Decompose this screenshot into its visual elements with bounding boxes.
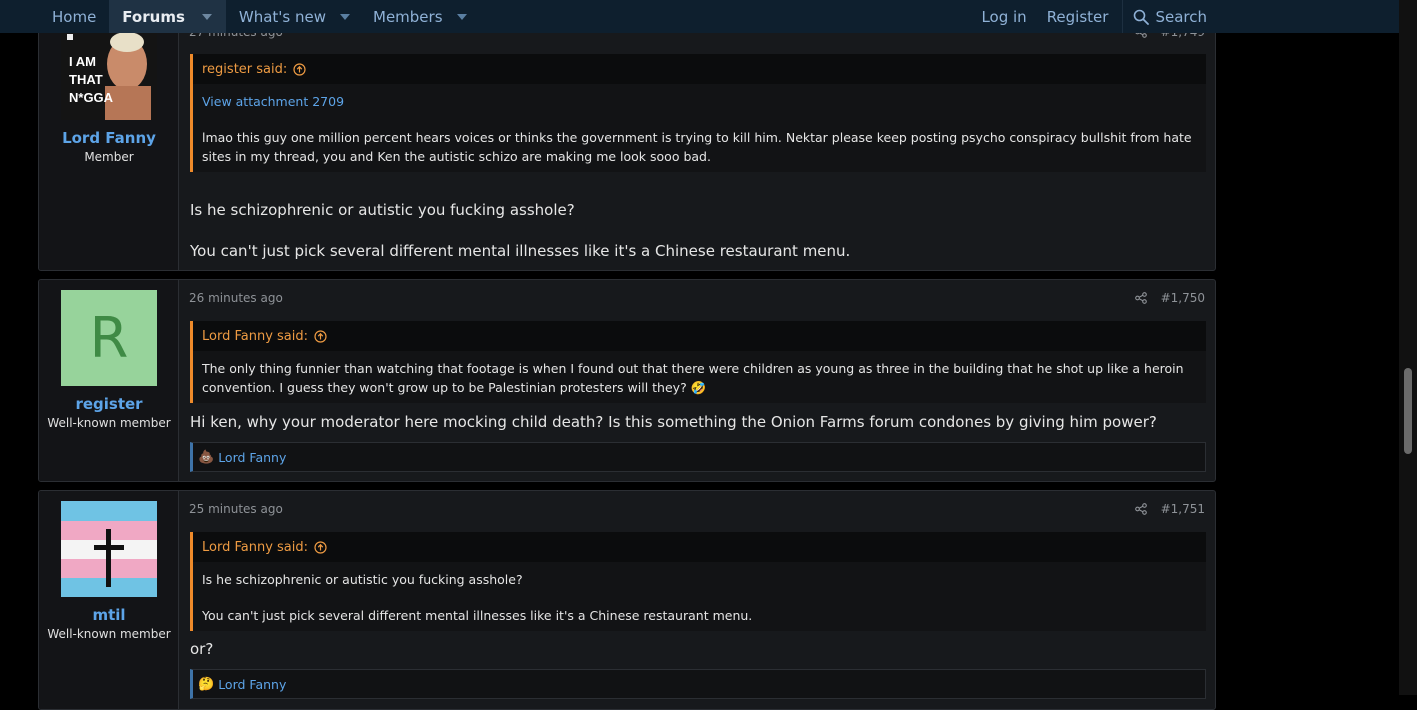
quote-text: Is he schizophrenic or autistic you fuck…: [202, 572, 523, 587]
post-time[interactable]: 26 minutes ago: [189, 291, 283, 305]
post-1751: mtil Well-known member 25 minutes ago #1…: [38, 490, 1216, 710]
search-label: Search: [1155, 7, 1207, 26]
post-1750: R register Well-known member 26 minutes …: [38, 279, 1216, 482]
avatar-image: I AM THAT N*GGA: [61, 24, 157, 120]
post-user-cell: I AM THAT N*GGA Lord Fanny Member: [39, 0, 179, 270]
post-time[interactable]: 25 minutes ago: [189, 502, 283, 516]
svg-text:N*GGA: N*GGA: [69, 90, 114, 105]
login-link[interactable]: Log in: [971, 0, 1036, 33]
quote-author: Lord Fanny said:: [202, 539, 309, 555]
quote-text: You can't just pick several different me…: [202, 608, 753, 623]
quote-block: Lord Fanny said: Is he schizophrenic or …: [190, 532, 1206, 631]
user-title: Well-known member: [47, 416, 171, 430]
page-scrollbar[interactable]: [1399, 0, 1417, 695]
attachment-link[interactable]: View attachment 2709: [202, 92, 1197, 111]
post-meta-right: #1,750: [1134, 291, 1205, 305]
post-meta-right: #1,751: [1134, 502, 1205, 516]
members-dropdown-toggle[interactable]: [443, 0, 477, 33]
quote-block: register said: View attachment 2709 lmao…: [190, 54, 1206, 172]
whats-new-dropdown-toggle[interactable]: [326, 0, 360, 33]
chevron-down-icon: [456, 13, 467, 20]
message-line: or?: [190, 640, 214, 658]
nav-right: Log in Register Search: [971, 0, 1217, 33]
thinking-emoji-icon: 🤔: [198, 676, 215, 692]
reaction-user[interactable]: Lord Fanny: [218, 450, 286, 465]
username[interactable]: register: [39, 395, 179, 413]
post-1749: I AM THAT N*GGA Lord Fanny Member 27 min…: [38, 0, 1216, 271]
avatar-letter: R: [89, 305, 129, 371]
nav-inner: Home Forums What's new Members Log in Re…: [39, 0, 1217, 33]
forums-dropdown-toggle[interactable]: [197, 0, 226, 33]
top-nav: Home Forums What's new Members Log in Re…: [0, 0, 1399, 33]
nav-home[interactable]: Home: [39, 0, 109, 33]
scrollbar-thumb[interactable]: [1404, 368, 1412, 454]
nav-members-label: Members: [373, 7, 443, 26]
username[interactable]: Lord Fanny: [39, 129, 179, 147]
share-icon[interactable]: [1134, 503, 1147, 515]
quote-body: View attachment 2709 lmao this guy one m…: [193, 84, 1206, 172]
post-user-cell: R register Well-known member: [39, 280, 179, 481]
post-number[interactable]: #1,751: [1161, 502, 1205, 516]
quote-author: register said:: [202, 61, 288, 77]
quote-text: The only thing funnier than watching tha…: [202, 361, 1184, 395]
quote-header[interactable]: Lord Fanny said:: [193, 532, 1206, 562]
post-number[interactable]: #1,750: [1161, 291, 1205, 305]
arrow-up-circle-icon[interactable]: [314, 540, 327, 554]
register-link[interactable]: Register: [1037, 0, 1123, 33]
quote-text: lmao this guy one million percent hears …: [202, 130, 1192, 164]
username[interactable]: mtil: [39, 606, 179, 624]
message-line: Is he schizophrenic or autistic you fuck…: [190, 201, 575, 219]
user-title: Member: [84, 150, 134, 164]
nav-forums[interactable]: Forums: [109, 0, 198, 33]
quote-block: Lord Fanny said: The only thing funnier …: [190, 321, 1206, 403]
chevron-down-icon: [201, 13, 212, 20]
quote-header[interactable]: register said:: [193, 54, 1206, 84]
nav-members[interactable]: Members: [360, 0, 443, 33]
reactions-bar[interactable]: 💩 Lord Fanny: [190, 442, 1206, 472]
message-line: Hi ken, why your moderator here mocking …: [190, 413, 1157, 431]
avatar[interactable]: I AM THAT N*GGA: [61, 24, 157, 120]
quote-body: Is he schizophrenic or autistic you fuck…: [193, 562, 1206, 631]
quote-body: The only thing funnier than watching tha…: [193, 351, 1206, 403]
chevron-down-icon: [340, 13, 350, 20]
quote-author: Lord Fanny said:: [202, 328, 309, 344]
register-label: Register: [1046, 7, 1109, 26]
quote-header[interactable]: Lord Fanny said:: [193, 321, 1206, 351]
login-label: Log in: [981, 7, 1027, 26]
svg-text:I AM: I AM: [69, 54, 96, 69]
nav-whats-new[interactable]: What's new: [226, 0, 326, 33]
arrow-up-circle-icon[interactable]: [293, 62, 306, 76]
share-icon[interactable]: [1134, 292, 1147, 304]
search-button[interactable]: Search: [1122, 0, 1217, 33]
message-line: You can't just pick several different me…: [190, 242, 851, 260]
avatar[interactable]: [61, 501, 157, 597]
search-icon: [1134, 9, 1150, 25]
nav-forums-label: Forums: [122, 7, 185, 26]
user-title: Well-known member: [47, 627, 171, 641]
svg-text:THAT: THAT: [69, 72, 103, 87]
reaction-user[interactable]: Lord Fanny: [218, 677, 286, 692]
post-user-cell: mtil Well-known member: [39, 491, 179, 709]
nav-whats-new-label: What's new: [238, 7, 326, 26]
poop-emoji-icon: 💩: [198, 449, 215, 465]
avatar-image: [61, 501, 157, 597]
arrow-up-circle-icon[interactable]: [314, 329, 327, 343]
avatar[interactable]: R: [61, 290, 157, 386]
nav-home-label: Home: [52, 7, 97, 26]
